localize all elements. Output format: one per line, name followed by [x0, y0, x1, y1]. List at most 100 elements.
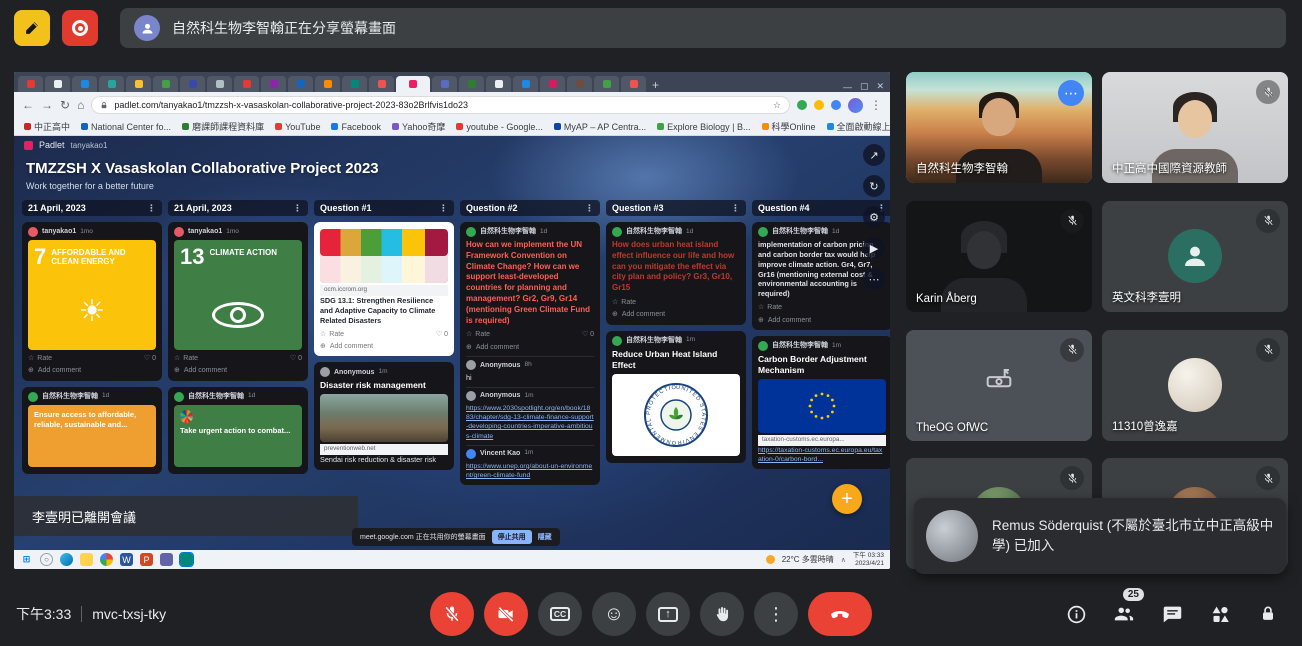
raise-hand-button[interactable]: [700, 592, 744, 636]
column-menu-icon[interactable]: ⋮: [439, 203, 448, 214]
more-options-button[interactable]: ⋮: [754, 592, 798, 636]
activities-button[interactable]: [1200, 594, 1240, 634]
meeting-details-button[interactable]: [1056, 594, 1096, 634]
shared-screen[interactable]: + —▢✕ ← → ↻ ⌂ padlet.com/tanyakao1/tmzzs…: [14, 72, 890, 569]
browser-tab[interactable]: [621, 76, 646, 92]
padlet-logo-text[interactable]: Padlet: [39, 140, 65, 150]
padlet-card[interactable]: 自然科生物李智翰1d How does urban heat island ef…: [606, 222, 746, 325]
bookmark-item[interactable]: MyAP – AP Centra...: [554, 122, 646, 132]
file-explorer-icon[interactable]: [80, 553, 93, 566]
reactions-button[interactable]: ☺: [592, 592, 636, 636]
tray-chevron-icon[interactable]: ∧: [841, 556, 846, 564]
participant-tile[interactable]: TheOG OfWC: [906, 330, 1092, 441]
chrome-icon[interactable]: [100, 553, 113, 566]
hide-share-bar-button[interactable]: 隱藏: [538, 532, 552, 542]
bookmark-item[interactable]: YouTube: [275, 122, 320, 132]
browser-tab[interactable]: [369, 76, 394, 92]
leave-call-button[interactable]: [808, 592, 872, 636]
browser-tab[interactable]: [153, 76, 178, 92]
add-comment-button[interactable]: ⊕Add comment: [466, 343, 594, 352]
comment-link[interactable]: https://taxation-customs.ec.europa.eu/ta…: [758, 446, 886, 464]
padlet-card[interactable]: 自然科生物李智翰1m Carbon Border Adjustment Mech…: [752, 336, 890, 469]
bookmark-star-icon[interactable]: ☆: [773, 100, 781, 111]
add-post-button[interactable]: +: [832, 484, 862, 514]
tile-more-button[interactable]: ⋯: [1058, 80, 1084, 106]
participant-tile[interactable]: ⋯ 自然科生物李智翰: [906, 72, 1092, 183]
padlet-card[interactable]: ocm.iccrom.org SDG 13.1: Strengthen Resi…: [314, 222, 454, 356]
back-icon[interactable]: ←: [22, 98, 34, 112]
capture-tool-icon[interactable]: [14, 10, 50, 46]
window-controls[interactable]: —▢✕: [843, 81, 886, 92]
column-menu-icon[interactable]: ⋮: [147, 203, 156, 214]
participant-tile[interactable]: 英文科李壹明: [1102, 201, 1288, 312]
extension-icon[interactable]: [831, 100, 841, 110]
board-more-icon[interactable]: ⋯: [863, 268, 885, 290]
browser-tab[interactable]: [594, 76, 619, 92]
comment-link[interactable]: https://www.2030spotlight.org/en/book/18…: [466, 404, 594, 441]
bookmark-item[interactable]: 全面啟動線上閱讀...: [827, 120, 890, 133]
padlet-card[interactable]: Anonymous1m Disaster risk management pre…: [314, 362, 454, 469]
browser-tab[interactable]: [99, 76, 124, 92]
slideshow-icon[interactable]: ▶: [863, 237, 885, 259]
start-button-icon[interactable]: ⊞: [20, 553, 33, 566]
address-bar[interactable]: padlet.com/tanyakao1/tmzzsh-x-vasaskolan…: [91, 96, 790, 114]
padlet-account[interactable]: tanyakao1: [71, 141, 108, 150]
link-caption[interactable]: preventionweb.net: [320, 444, 448, 455]
add-comment-button[interactable]: ⊕Add comment: [320, 342, 448, 351]
show-everyone-button[interactable]: 25: [1104, 594, 1144, 634]
chat-button[interactable]: [1152, 594, 1192, 634]
settings-gear-icon[interactable]: ⚙: [863, 206, 885, 228]
share-icon[interactable]: ↗: [863, 144, 885, 166]
captions-button[interactable]: CC: [538, 592, 582, 636]
new-tab-button[interactable]: +: [652, 78, 659, 92]
camera-toggle-button[interactable]: [484, 592, 528, 636]
column-menu-icon[interactable]: ⋮: [293, 203, 302, 214]
browser-tab[interactable]: [234, 76, 259, 92]
taskbar-weather[interactable]: 22°C 多雲時晴: [782, 554, 834, 565]
browser-tab[interactable]: [486, 76, 511, 92]
forward-icon[interactable]: →: [41, 98, 53, 112]
powerpoint-icon[interactable]: P: [140, 553, 153, 566]
column-header[interactable]: Question #3⋮: [606, 200, 746, 216]
column-menu-icon[interactable]: ⋮: [585, 203, 594, 214]
bookmark-item[interactable]: youtube - Google...: [456, 122, 543, 132]
remake-icon[interactable]: ↻: [863, 175, 885, 197]
browser-tab[interactable]: [207, 76, 232, 92]
browser-tab[interactable]: [72, 76, 97, 92]
word-icon[interactable]: W: [120, 553, 133, 566]
padlet-card[interactable]: 自然科生物李智翰1d How can we implement the UN F…: [460, 222, 600, 485]
comment-link[interactable]: https://www.unep.org/about-un-environmen…: [466, 462, 594, 480]
meet-app-icon[interactable]: [180, 553, 193, 566]
bookmark-item[interactable]: 中正高中: [24, 120, 70, 133]
link-caption[interactable]: ocm.iccrom.org: [320, 285, 448, 296]
refresh-icon[interactable]: ↻: [60, 98, 70, 112]
browser-tab[interactable]: [513, 76, 538, 92]
browser-tab-active[interactable]: [396, 76, 430, 92]
bookmark-item[interactable]: 科學Online: [762, 120, 816, 133]
home-icon[interactable]: ⌂: [77, 98, 84, 112]
padlet-card[interactable]: tanyakao11mo 7AFFORDABLE AND CLEAN ENERG…: [22, 222, 162, 381]
add-comment-button[interactable]: ⊕Add comment: [174, 366, 302, 375]
padlet-card[interactable]: 自然科生物李智翰1m Reduce Urban Heat Island Effe…: [606, 331, 746, 463]
browser-tab[interactable]: [459, 76, 484, 92]
browser-tab[interactable]: [180, 76, 205, 92]
link-caption[interactable]: taxation-customs.ec.europa...: [758, 435, 886, 446]
browser-tab[interactable]: [45, 76, 70, 92]
padlet-card[interactable]: tanyakao11mo 13CLIMATE ACTION ☆Rate♡ 0 ⊕…: [168, 222, 308, 381]
browser-tab[interactable]: [342, 76, 367, 92]
present-button[interactable]: ↑: [646, 592, 690, 636]
browser-tab[interactable]: [315, 76, 340, 92]
column-header[interactable]: 21 April, 2023⋮: [168, 200, 308, 216]
extension-icon[interactable]: [797, 100, 807, 110]
participant-tile[interactable]: Karin Åberg: [906, 201, 1092, 312]
add-comment-button[interactable]: ⊕Add comment: [758, 316, 886, 325]
bookmark-item[interactable]: National Center fo...: [81, 122, 171, 132]
search-icon[interactable]: ○: [40, 553, 53, 566]
edge-icon[interactable]: [60, 553, 73, 566]
browser-tab[interactable]: [567, 76, 592, 92]
browser-profile-avatar[interactable]: [848, 98, 863, 113]
browser-tab[interactable]: [288, 76, 313, 92]
host-controls-button[interactable]: [1248, 594, 1288, 634]
bookmark-item[interactable]: Explore Biology | B...: [657, 122, 750, 132]
browser-tab[interactable]: [18, 76, 43, 92]
